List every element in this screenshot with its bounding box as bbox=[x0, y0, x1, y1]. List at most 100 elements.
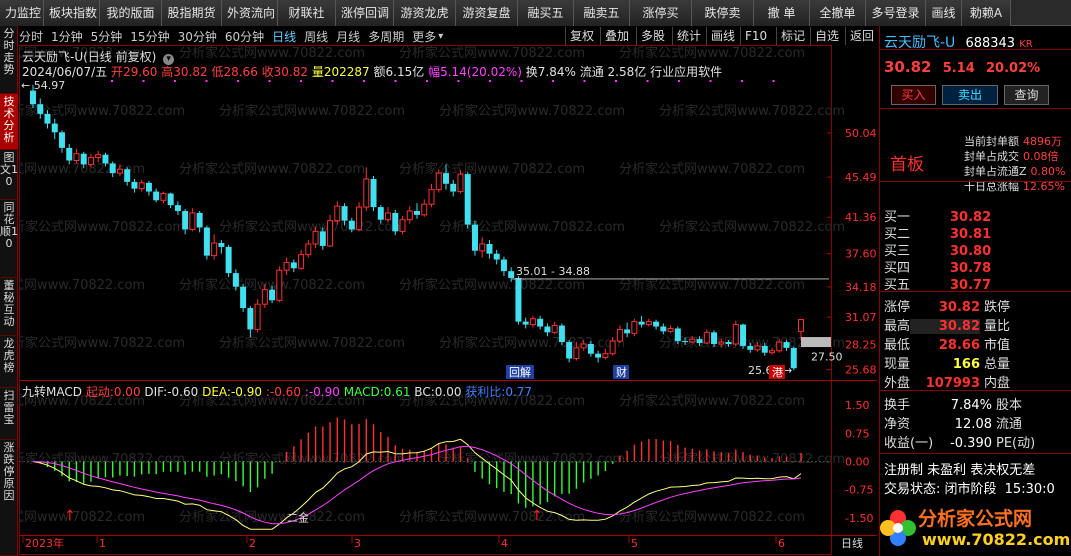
candle-body-down bbox=[508, 271, 515, 278]
event-marker[interactable]: 回解 bbox=[506, 365, 534, 379]
signal-dot bbox=[363, 80, 365, 82]
stat-row: 最高 30.82 量比 bbox=[884, 315, 1010, 334]
candle-body-up bbox=[327, 220, 334, 247]
chart-tool-4[interactable]: 画线 bbox=[706, 27, 740, 45]
period-4[interactable]: 30分钟 bbox=[178, 28, 217, 45]
candle-body-down bbox=[522, 321, 529, 325]
candle-body-down bbox=[500, 259, 507, 272]
candle-body-down bbox=[638, 321, 645, 325]
event-marker[interactable]: 财 bbox=[613, 365, 629, 379]
seal-label: 当前封单额 bbox=[964, 135, 1019, 148]
period-10[interactable]: 更多 bbox=[412, 28, 436, 45]
open-label: 开 bbox=[111, 65, 124, 79]
candle-body-down bbox=[348, 220, 355, 230]
watermark-text: 分析家公式网www.70822.com bbox=[399, 161, 585, 177]
event-marker[interactable]: 港 bbox=[769, 365, 785, 379]
trade-time: 15:30:0 bbox=[1004, 482, 1055, 497]
period-6[interactable]: 日线 bbox=[272, 28, 296, 45]
candle-body-down bbox=[58, 132, 65, 148]
price-pct: 20.02% bbox=[986, 61, 1041, 76]
left-tab-7[interactable]: 涨跌停原因 bbox=[0, 440, 18, 556]
left-tab-4[interactable]: 董秘互动 bbox=[0, 278, 18, 336]
indicator-name[interactable]: 九转MACD bbox=[22, 385, 82, 399]
stat2-row: 净资 12.08 流通 bbox=[884, 413, 1022, 432]
period-3[interactable]: 15分钟 bbox=[130, 28, 169, 45]
toolbar-btn-6[interactable]: 涨停回调 bbox=[336, 0, 394, 26]
stat2-row: 换手 7.84% 股本 bbox=[884, 394, 1022, 413]
left-tab-5[interactable]: 龙虎榜 bbox=[0, 336, 18, 388]
left-tab-0[interactable]: 分时走势 bbox=[0, 26, 18, 94]
toolbar-btn-11[interactable]: 涨停买 bbox=[630, 0, 692, 26]
toolbar-btn-10[interactable]: 融卖五 bbox=[574, 0, 630, 26]
watermark-text: 分析家公式网www.70822.com bbox=[399, 277, 585, 293]
candle-body-up bbox=[73, 153, 80, 161]
candle-body-down bbox=[247, 308, 254, 330]
left-tab-2[interactable]: 图文10 bbox=[0, 150, 18, 200]
toolbar-btn-8[interactable]: 游资复盘 bbox=[456, 0, 518, 26]
toolbar-btn-15[interactable]: 多号登录 bbox=[866, 0, 926, 26]
signal-dot bbox=[552, 80, 554, 82]
period-9[interactable]: 多周期 bbox=[368, 28, 404, 45]
left-tab-1[interactable]: 技术分析 bbox=[0, 94, 18, 150]
buy-button[interactable]: 买入 bbox=[891, 85, 936, 105]
seal-label: 封单占成交 bbox=[964, 150, 1019, 163]
toolbar-btn-14[interactable]: 全撤单 bbox=[810, 0, 866, 26]
stat-label: 现量 bbox=[884, 357, 911, 372]
amount-value: 6.15亿 bbox=[385, 65, 425, 79]
chart-tool-6[interactable]: 标记 bbox=[776, 27, 810, 45]
toolbar-btn-2[interactable]: 我的版面 bbox=[100, 0, 162, 26]
trade-status-line: 交易状态: 闭市阶段 15:30:0 bbox=[884, 478, 1055, 497]
candle-body-down bbox=[377, 207, 384, 220]
toolbar-btn-17[interactable]: 勅赖A bbox=[962, 0, 1011, 26]
chart-tool-7[interactable]: 自选 bbox=[810, 27, 845, 45]
toolbar-btn-9[interactable]: 融买五 bbox=[518, 0, 574, 26]
chart-tool-0[interactable]: 复权 bbox=[565, 27, 600, 45]
period-5[interactable]: 60分钟 bbox=[225, 28, 264, 45]
price-row: 30.82 5.14 20.02% bbox=[884, 58, 1040, 76]
toolbar-btn-1[interactable]: 板块指数 bbox=[44, 0, 100, 26]
more-chevron-icon[interactable]: ▾ bbox=[438, 31, 443, 42]
candle-body-down bbox=[493, 253, 500, 260]
top-toolbar: 力监控 板块指数 我的版面 股指期货 外资流向 财联社 涨停回调 游资龙虎 游资复盘 融买五 融卖五… bbox=[0, 0, 1071, 26]
indicator-header: 九转MACD 起动:0.00 DIF:-0.60 DEA:-0.90 :-0.6… bbox=[22, 383, 532, 400]
chart-tool-3[interactable]: 统计 bbox=[672, 27, 706, 45]
query-button[interactable]: 查询 bbox=[1004, 85, 1049, 105]
candle-body-down bbox=[537, 318, 544, 327]
candle-body-up bbox=[689, 338, 696, 343]
period-7[interactable]: 周线 bbox=[304, 28, 328, 45]
left-tab-3[interactable]: 同花顺10 bbox=[0, 200, 18, 278]
bc-label: BC: bbox=[414, 385, 435, 399]
chart-tool-1[interactable]: 叠加 bbox=[600, 27, 636, 45]
watermark-text: 分析家公式网www.70822.com bbox=[219, 451, 405, 467]
x-tick-label: 2 bbox=[249, 537, 256, 550]
left-tab-6[interactable]: 扫雷宝 bbox=[0, 388, 18, 440]
toolbar-btn-4[interactable]: 外资流向 bbox=[222, 0, 278, 26]
candle-body-up bbox=[305, 243, 312, 256]
chart-tool-8[interactable]: 返回 bbox=[845, 27, 878, 45]
toolbar-btn-0[interactable]: 力监控 bbox=[0, 0, 44, 26]
macd-value: 0.61 bbox=[383, 385, 411, 399]
period-2[interactable]: 5分钟 bbox=[91, 28, 123, 45]
buy-arrow-icon: ↑ bbox=[531, 508, 543, 524]
toolbar-btn-7[interactable]: 游资龙虎 bbox=[394, 0, 456, 26]
dea-value: -0.90 bbox=[230, 385, 263, 399]
period-1[interactable]: 1分钟 bbox=[51, 28, 83, 45]
toolbar-btn-13[interactable]: 撤 单 bbox=[754, 0, 810, 26]
signal-dot bbox=[583, 80, 586, 82]
toolbar-btn-16[interactable]: 画线 bbox=[926, 0, 962, 26]
stat-value: 28.66 bbox=[938, 338, 981, 353]
chart-tool-5[interactable]: F10 bbox=[740, 27, 776, 45]
kline-chart[interactable]: 分析家公式网www.70822.com 分析家公式网www.70822.com 分析… bbox=[19, 45, 877, 556]
period-8[interactable]: 月线 bbox=[336, 28, 360, 45]
toolbar-btn-12[interactable]: 跌停卖 bbox=[692, 0, 754, 26]
toolbar-btn-3[interactable]: 股指期货 bbox=[162, 0, 222, 26]
candle-body-down bbox=[167, 193, 174, 206]
logo-url: www.70822.com bbox=[922, 530, 1071, 549]
toolbar-btn-5[interactable]: 财联社 bbox=[278, 0, 336, 26]
sell-button[interactable]: 卖出 bbox=[942, 85, 998, 105]
candle-body-down bbox=[182, 210, 189, 230]
period-0[interactable]: 分时 bbox=[19, 28, 43, 45]
chart-tool-2[interactable]: 多股 bbox=[636, 27, 672, 45]
stat-label: 涨停 bbox=[884, 300, 911, 315]
candle-body-up bbox=[551, 325, 558, 333]
